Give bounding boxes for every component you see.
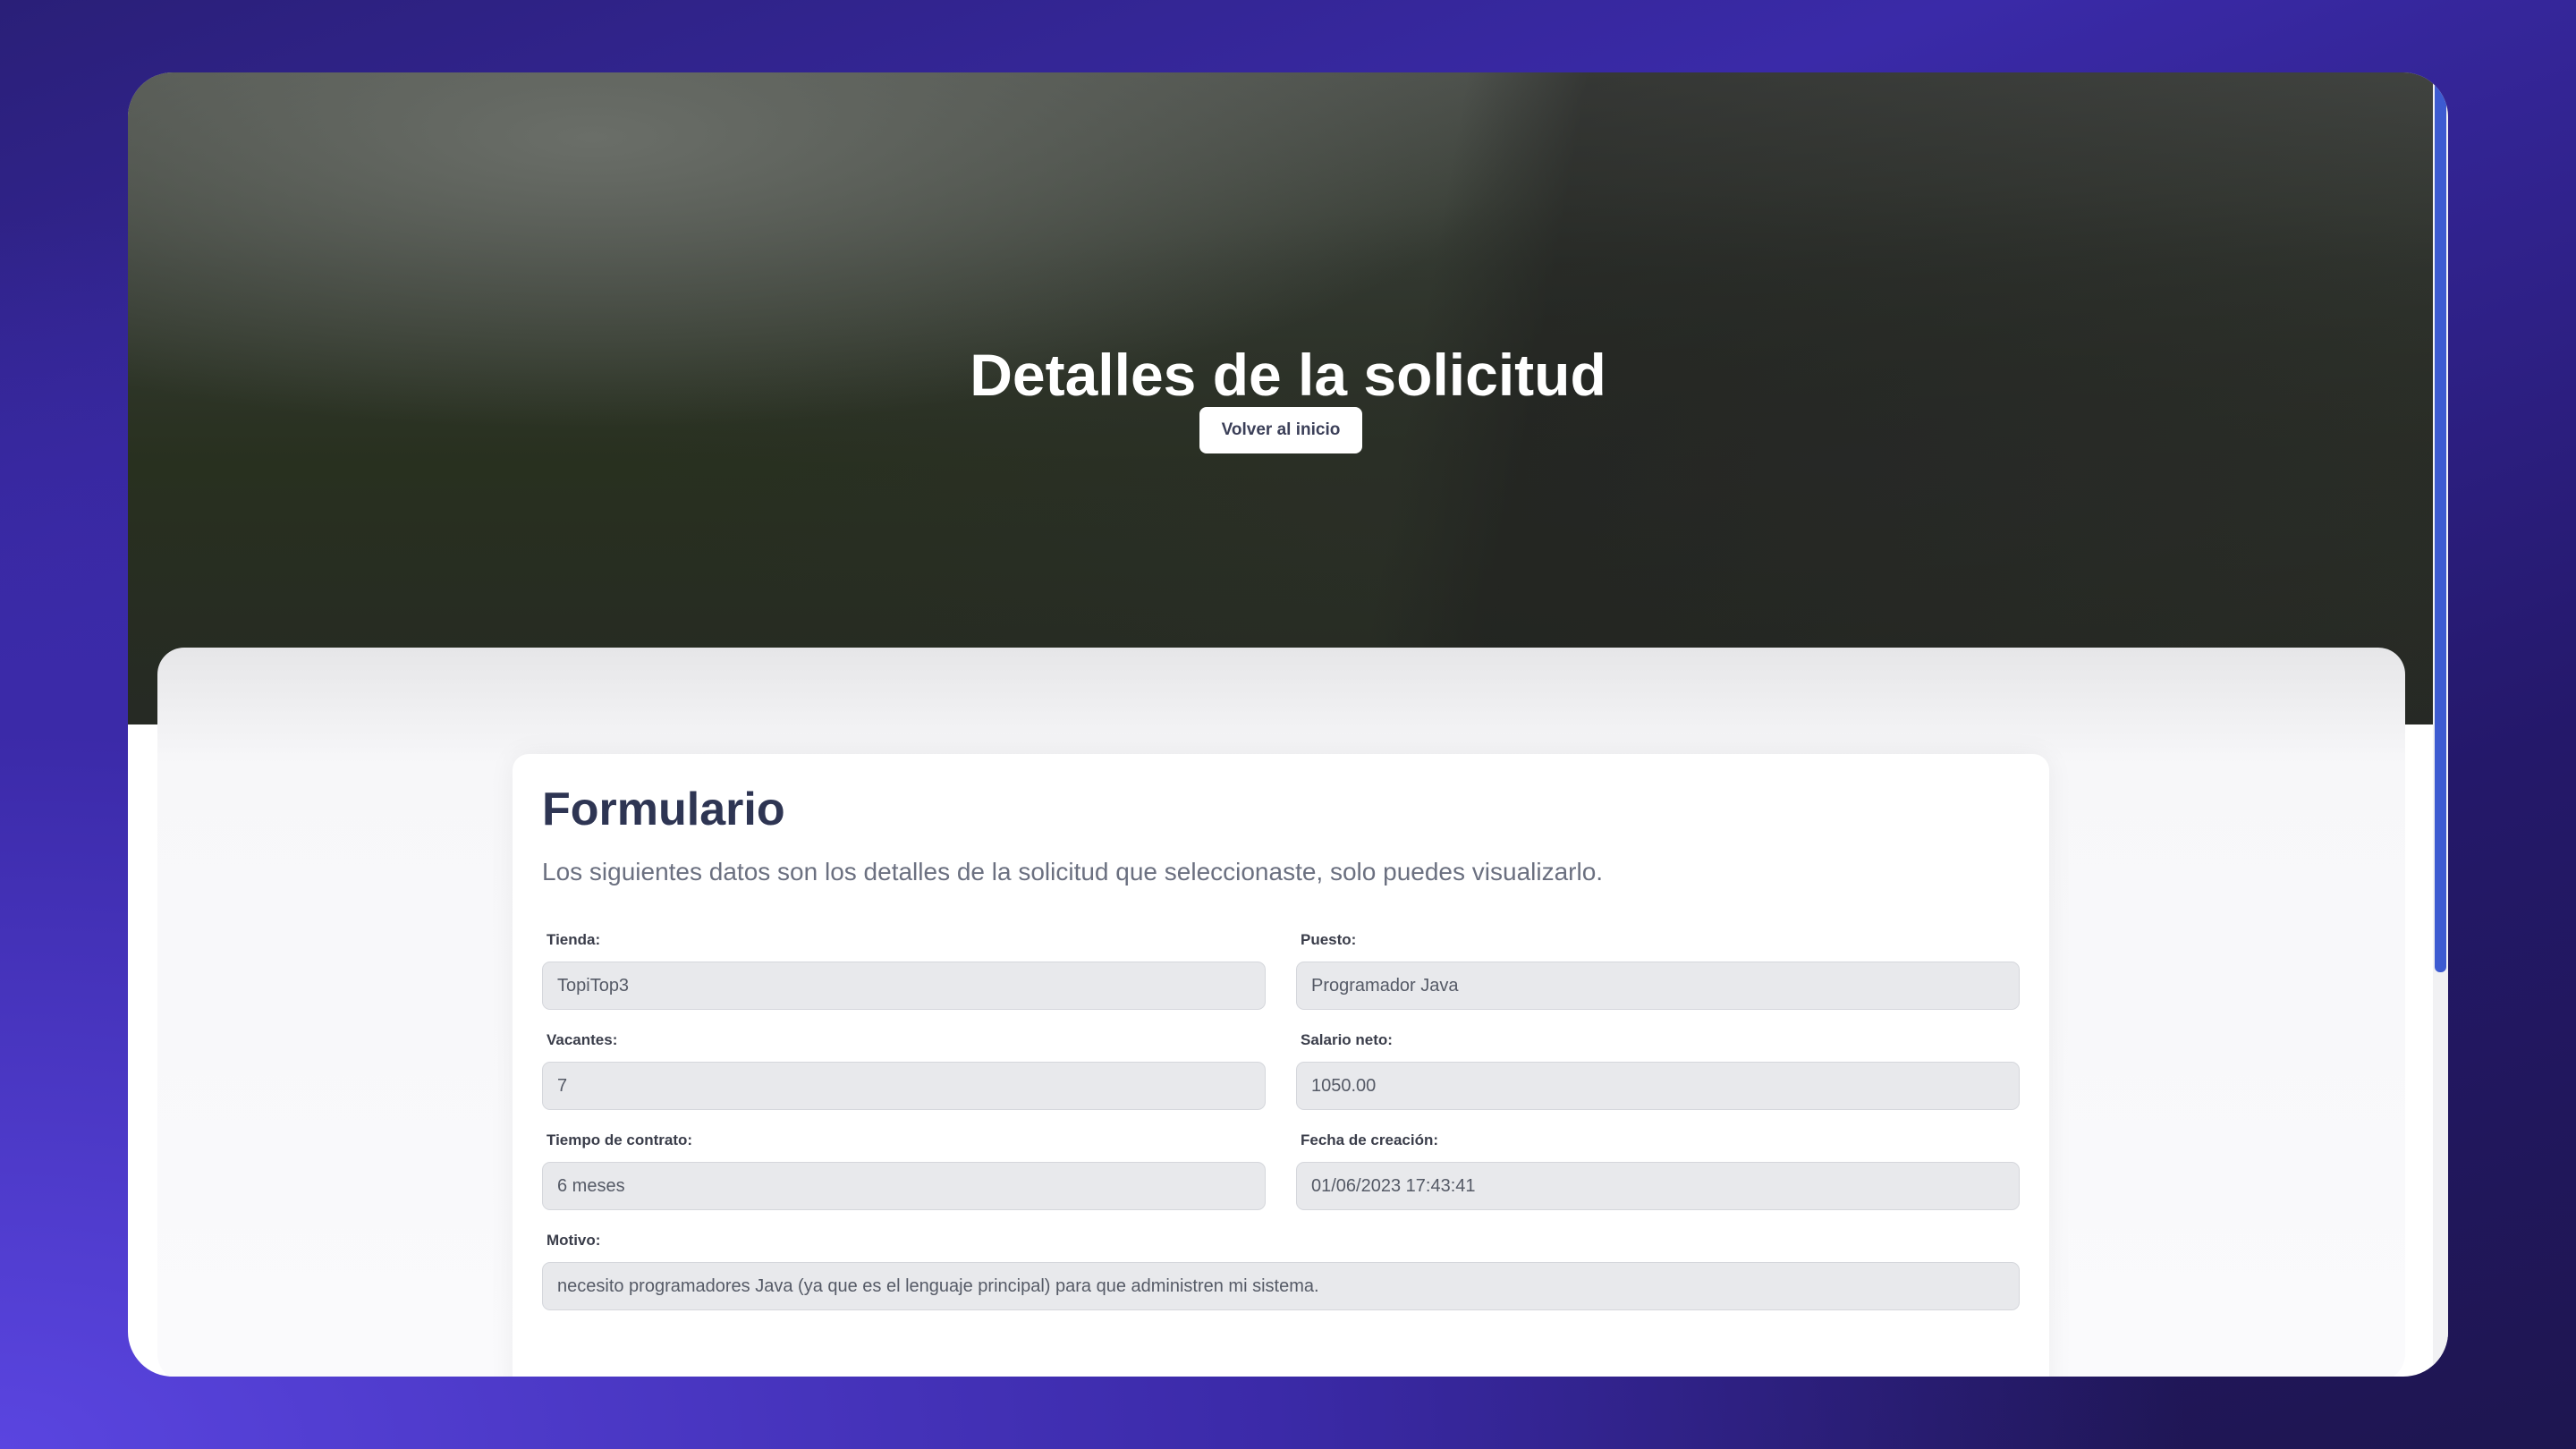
field-label: Fecha de creación: [1301,1131,1439,1148]
form-card: Formulario Los siguientes datos son los … [513,754,2049,1377]
tiempo-input[interactable]: 6 meses [542,1162,1266,1210]
tienda-input[interactable]: TopiTop3 [542,962,1266,1010]
field-puesto: Puesto: Programador Java [1296,931,2020,1010]
browser-window: Detalles de la solicitud Volver al inici… [128,72,2448,1377]
field-tiempo: Tiempo de contrato: 6 meses [542,1131,1266,1210]
field-fecha: Fecha de creación: 01/06/2023 17:43:41 [1296,1131,2020,1210]
content-panel: Formulario Los siguientes datos son los … [157,648,2405,1377]
field-label: Tienda: [547,931,601,948]
vacantes-input[interactable]: 7 [542,1062,1266,1110]
field-motivo: Motivo: necesito programadores Java (ya q… [542,1232,2020,1310]
scrollbar-thumb[interactable] [2435,72,2446,972]
field-label: Vacantes: [547,1031,618,1048]
field-vacantes: Vacantes: 7 [542,1031,1266,1110]
page-title: Detalles de la solicitud [970,342,1606,408]
scrollbar[interactable] [2433,72,2448,1377]
hero-banner: Detalles de la solicitud Volver al inici… [128,72,2448,724]
salario-input[interactable]: 1050.00 [1296,1062,2020,1110]
form-title: Formulario [542,784,785,835]
field-label: Salario neto: [1301,1031,1393,1048]
field-salario: Salario neto: 1050.00 [1296,1031,2020,1110]
field-label: Tiempo de contrato: [547,1131,693,1148]
puesto-input[interactable]: Programador Java [1296,962,2020,1010]
field-label: Motivo: [547,1232,601,1249]
fecha-input[interactable]: 01/06/2023 17:43:41 [1296,1162,2020,1210]
field-label: Puesto: [1301,931,1357,948]
field-tienda: Tienda: TopiTop3 [542,931,1266,1010]
motivo-input[interactable]: necesito programadores Java (ya que es e… [542,1262,2020,1310]
form-subtitle: Los siguientes datos son los detalles de… [542,858,1604,886]
back-home-button[interactable]: Volver al inicio [1199,407,1362,453]
